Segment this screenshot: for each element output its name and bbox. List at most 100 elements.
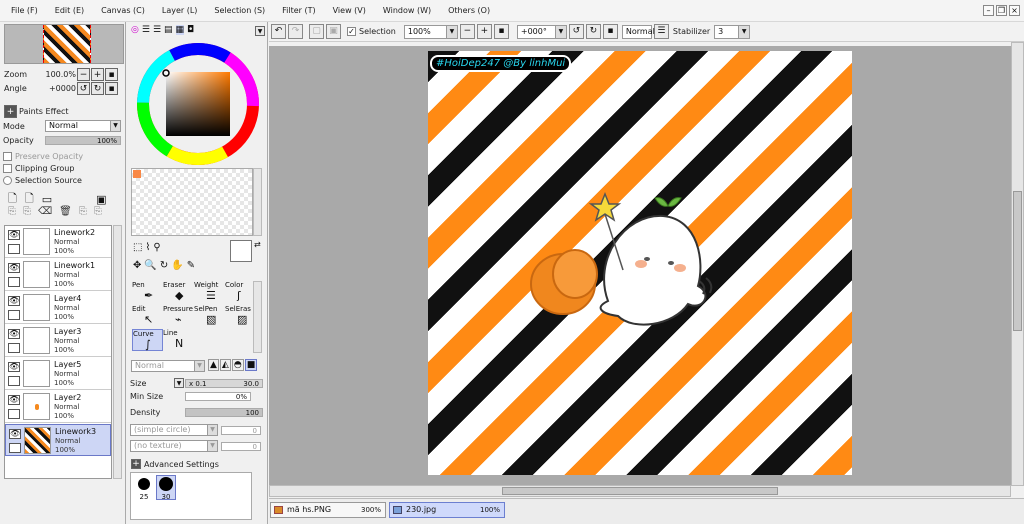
canvas-viewport[interactable]: #HoiDep247 @By linhMui [269, 46, 1011, 485]
brush-edge-soft-icon[interactable]: ◓ [231, 359, 244, 371]
layer-option-a-icon[interactable]: ⎘ [79, 206, 87, 217]
zoom-tool-icon[interactable]: 🔍 [144, 260, 156, 271]
stabilizer-select[interactable]: 3 ▼ [714, 24, 751, 39]
menu-layer[interactable]: Layer (L) [162, 6, 198, 15]
zoom-reset-icon[interactable]: ▪ [105, 68, 118, 81]
rotate-reset-icon[interactable]: ▪ [602, 24, 618, 39]
visibility-eye-icon[interactable]: 👁 [8, 263, 20, 273]
opacity-slider[interactable]: 100% [45, 136, 121, 145]
zoom-out-icon[interactable]: − [459, 24, 475, 39]
invert-selection-icon[interactable]: ▣ [326, 24, 341, 39]
layer-item-layer3[interactable]: 👁 Layer3 Normal 100% [5, 325, 111, 357]
layer-lock-checkbox[interactable] [8, 244, 20, 254]
swatch-scrollbar[interactable] [253, 168, 262, 236]
preserve-opacity-checkbox[interactable] [3, 152, 12, 161]
color-wheel[interactable] [134, 40, 262, 168]
layer-pen-icon[interactable] [9, 443, 21, 453]
visibility-eye-icon[interactable]: 👁 [8, 230, 20, 240]
menu-view[interactable]: View (V) [333, 6, 366, 15]
view-zoom-select[interactable]: 100% ▼ [403, 24, 458, 39]
rotate-right-icon[interactable]: ↻ [91, 82, 104, 95]
color-wheel-tab-icon[interactable]: ◎ [131, 25, 139, 35]
minimize-icon[interactable]: – [983, 5, 994, 16]
clipping-group-checkbox[interactable] [3, 164, 12, 173]
layer-lock-checkbox[interactable] [8, 310, 20, 320]
clear-layer-icon[interactable]: ⌫ [38, 206, 52, 217]
horizontal-scroll-thumb[interactable] [502, 487, 778, 495]
close-icon[interactable]: × [1009, 5, 1020, 16]
zoom-reset-icon[interactable]: ▪ [493, 24, 509, 39]
navigator-preview[interactable] [4, 24, 124, 64]
layer-mask-icon[interactable]: ▣ [96, 193, 106, 206]
layer-list-scrollbar[interactable] [113, 225, 122, 479]
vertical-scroll-thumb[interactable] [1013, 191, 1022, 331]
zoom-in-icon[interactable]: + [91, 68, 104, 81]
menu-window[interactable]: Window (W) [383, 6, 431, 15]
tool-line[interactable]: Line N [163, 329, 194, 351]
layer-item-layer5[interactable]: 👁 Layer5 Normal 100% [5, 358, 111, 390]
tool-seleras[interactable]: SelEras ▨ [225, 305, 256, 327]
tool-curve[interactable]: Curve ∫ [132, 329, 163, 351]
layer-item-layer2[interactable]: 👁 Layer2 Normal 100% [5, 391, 111, 423]
visibility-eye-icon[interactable]: 👁 [8, 362, 20, 372]
menu-filter[interactable]: Filter (T) [282, 6, 315, 15]
size-multiplier-chevron-icon[interactable]: ▼ [174, 378, 184, 388]
hand-icon[interactable]: ✋ [171, 260, 183, 271]
redo-icon[interactable]: ↷ [288, 24, 303, 39]
menu-canvas[interactable]: Canvas (C) [101, 6, 145, 15]
new-folder-icon[interactable]: ▭ [42, 193, 52, 206]
density-slider[interactable]: 100 [185, 408, 263, 417]
tool-edit[interactable]: Edit ↖ [132, 305, 163, 327]
tool-weight[interactable]: Weight ☰ [194, 281, 225, 303]
scratch-pad-tab-icon[interactable]: ◘ [187, 25, 194, 35]
brush-shape-slider[interactable]: 0 [221, 425, 261, 435]
flip-mode-select[interactable]: Normal [621, 24, 655, 39]
mode-select[interactable]: Normal ▼ [45, 120, 121, 132]
brush-edge-mid-icon[interactable]: ◭ [219, 359, 231, 371]
move-icon[interactable]: ✥ [133, 260, 141, 271]
layer-item-layer4[interactable]: 👁 Layer4 Normal 100% [5, 292, 111, 324]
layer-lock-checkbox[interactable] [8, 277, 20, 287]
rotate-reset-icon[interactable]: ▪ [105, 82, 118, 95]
layer-lock-checkbox[interactable] [8, 376, 20, 386]
zoom-out-icon[interactable]: − [77, 68, 90, 81]
menu-edit[interactable]: Edit (E) [55, 6, 84, 15]
brush-edge-square-icon[interactable]: ■ [244, 359, 258, 371]
lasso-icon[interactable]: ⌇ [145, 242, 150, 253]
tool-pressure[interactable]: Pressure ⌁ [163, 305, 194, 327]
undo-icon[interactable]: ↶ [271, 24, 286, 39]
advanced-settings-toggle-icon[interactable]: + [131, 459, 141, 469]
brush-edge-hard-icon[interactable]: ▲ [208, 359, 219, 371]
panel-menu-chevron-icon[interactable]: ▼ [255, 26, 265, 36]
delete-layer-icon[interactable]: 🗑 [59, 206, 72, 217]
layer-item-linework1[interactable]: 👁 Linework1 Normal 100% [5, 259, 111, 291]
menu-others[interactable]: Others (O) [448, 6, 490, 15]
flip-horizontal-icon[interactable]: ☰ [653, 24, 669, 39]
show-selection-checkbox[interactable]: ✓ [347, 27, 356, 36]
document-tab-230[interactable]: 230.jpg 100% [389, 502, 505, 518]
brush-blend-select[interactable]: Normal ▼ [131, 360, 205, 372]
brush-shape-select[interactable]: (simple circle) ▼ [130, 424, 218, 436]
transfer-down-icon[interactable]: ⎘ [8, 206, 16, 217]
layer-lock-checkbox[interactable] [8, 343, 20, 353]
tool-scrollbar[interactable] [253, 281, 262, 353]
visibility-eye-icon[interactable]: 👁 [9, 429, 21, 439]
rect-select-icon[interactable]: ⬚ [133, 242, 142, 253]
size-slider[interactable]: x 0.1 30.0 [185, 378, 263, 388]
restore-icon[interactable]: ❐ [996, 5, 1007, 16]
merge-down-icon[interactable]: ⎘ [23, 206, 31, 217]
layer-item-linework2[interactable]: 👁 Linework2 Normal 100% [5, 226, 111, 258]
menu-file[interactable]: File (F) [11, 6, 38, 15]
visibility-eye-icon[interactable]: 👁 [8, 329, 20, 339]
document-tab-ma-hs[interactable]: mã hs.PNG 300% [270, 502, 386, 518]
eyedropper-icon[interactable]: ✎ [187, 260, 195, 271]
brush-texture-select[interactable]: (no texture) ▼ [130, 440, 218, 452]
selection-source-radio[interactable] [3, 176, 12, 185]
layer-option-b-icon[interactable]: ⎘ [94, 206, 102, 217]
brush-preset-25[interactable]: 25 [134, 476, 154, 501]
min-size-slider[interactable]: 0% [185, 392, 251, 401]
rotate-left-icon[interactable]: ↺ [77, 82, 90, 95]
visibility-eye-icon[interactable]: 👁 [8, 395, 20, 405]
tool-selpen[interactable]: SelPen ▧ [194, 305, 225, 327]
canvas-vertical-scrollbar[interactable] [1011, 42, 1024, 486]
